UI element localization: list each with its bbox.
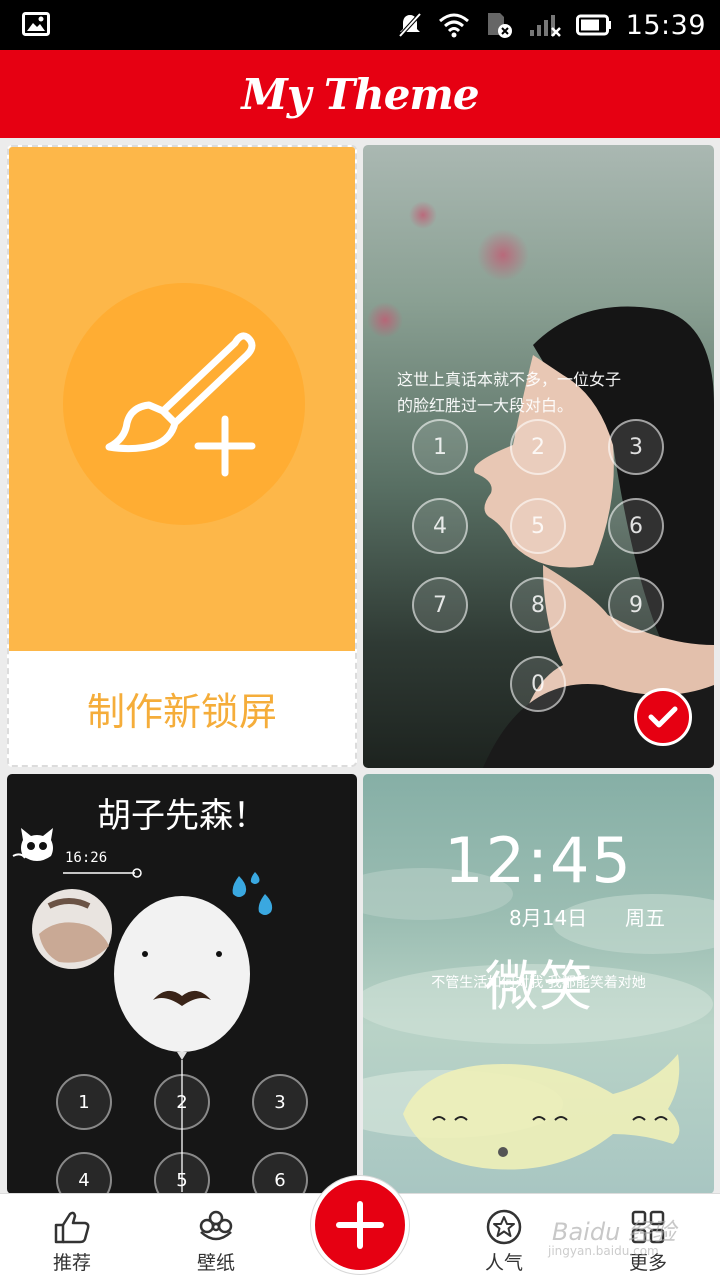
avatar-photo [32,889,112,969]
signal-icon [529,15,561,37]
theme-card-whale[interactable]: 12:45 8月14日 周五 微笑 不管生活如何对我 我都能笑着对她 [363,774,714,1194]
status-bar: 15:39 [0,0,720,50]
gallery-notification-icon [22,12,50,36]
balloon-key-2: 2 [154,1074,210,1130]
balloon-time: 16:26 [65,850,108,866]
nav-item-popular[interactable]: 人气 [449,1194,559,1280]
nav-item-wallpaper[interactable]: 壁纸 [161,1194,271,1280]
theme-card-photo[interactable]: 这世上真话本就不多，一位女子 的脸红胜过一大段对白。 1 2 3 4 5 6 7… [363,145,714,768]
whale-weekday: 周五 [625,906,665,930]
whale-clock: 12:45 [444,824,633,897]
flower-icon [199,1210,233,1241]
cat-icon [12,828,53,861]
battery-icon [575,14,611,36]
slider-line [63,868,142,878]
balloon-key-4: 4 [56,1152,112,1194]
key-3: 3 [608,419,664,475]
plus-icon [336,1201,384,1249]
key-2: 2 [510,419,566,475]
balloon-illustration [114,896,250,1192]
star-badge-icon [486,1209,522,1245]
app-title: My Theme [241,69,479,119]
nav-item-recommend[interactable]: 推荐 [17,1194,127,1280]
balloon-key-1: 1 [56,1074,112,1130]
whale-quote: 不管生活如何对我 我都能笑着对她 [431,975,646,991]
thumbs-up-icon [54,1211,90,1244]
nav-label-popular: 人气 [484,1252,523,1274]
create-lockscreen-label: 制作新锁屏 [86,689,277,734]
whale-illustration [403,1054,680,1170]
key-8: 8 [510,577,566,633]
status-time: 15:39 [625,9,706,41]
watermark-url: jingyan.baidu.com [548,1244,659,1258]
create-lockscreen-card[interactable]: 制作新锁屏 [7,145,357,767]
create-fab-button[interactable] [311,1176,409,1274]
key-9: 9 [608,577,664,633]
wifi-icon [438,13,469,38]
watermark: Baidu 经验 [552,1218,676,1246]
whale-date: 8月14日 [509,906,588,930]
key-6: 6 [608,498,664,554]
key-7: 7 [412,577,468,633]
key-5: 5 [510,498,566,554]
nav-label-recommend: 推荐 [52,1252,91,1274]
create-card-banner [9,147,355,651]
screen: 15:39 My Theme 制作新锁屏 这世上真话本就不多，一位女子 的脸红胜… [0,0,720,1280]
check-icon [648,706,678,728]
balloon-key-6: 6 [252,1152,308,1194]
sim-card-icon [487,13,512,38]
app-header: My Theme [0,50,720,138]
silent-mode-icon [398,12,422,38]
selected-check-badge [634,688,692,746]
key-4: 4 [412,498,468,554]
theme-card-balloon[interactable]: 胡子先森！ 16:26 1 2 3 4 5 6 [7,774,357,1194]
photo-keypad: 1 2 3 4 5 6 7 8 9 0 [363,145,714,768]
brush-plus-icon [105,332,256,477]
balloon-key-3: 3 [252,1074,308,1130]
key-0: 0 [510,656,566,712]
nav-label-wallpaper: 壁纸 [196,1252,235,1274]
key-1: 1 [412,419,468,475]
